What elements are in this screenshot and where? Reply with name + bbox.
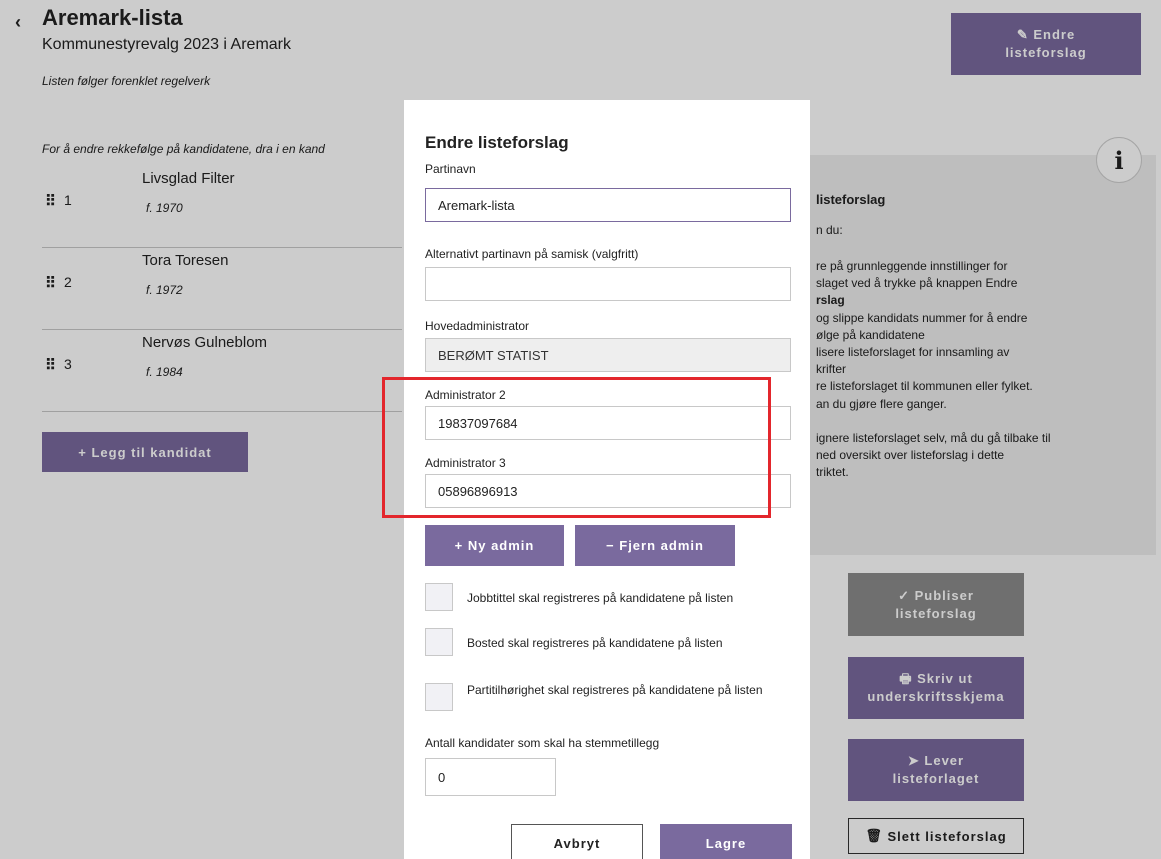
sami-name-input[interactable] [425,267,791,301]
job-title-checkbox[interactable] [425,583,453,611]
vote-bonus-input[interactable] [425,758,556,796]
vote-bonus-label: Antall kandidater som skal ha stemmetill… [425,736,660,750]
party-name-label: Partinavn [425,162,476,176]
checkbox-label: Bosted skal registreres på kandidatene p… [467,636,723,650]
checkbox-label: Jobbtittel skal registreres på kandidate… [467,591,734,605]
main-admin-label: Hovedadministrator [425,319,530,333]
remove-admin-button[interactable]: − Fjern admin [575,525,735,566]
party-name-input[interactable] [425,188,791,222]
page: ‹ Aremark-lista Kommunestyrevalg 2023 i … [0,0,1161,859]
main-admin-input [425,338,791,372]
save-button[interactable]: Lagre [660,824,792,859]
dialog-title: Endre listeforslag [425,133,569,152]
checkbox-label: Partitilhørighet skal registreres på kan… [467,683,763,697]
highlight-box [382,377,771,518]
new-admin-button[interactable]: + Ny admin [425,525,564,566]
residence-checkbox[interactable] [425,628,453,656]
cancel-button[interactable]: Avbryt [511,824,643,859]
sami-name-label: Alternativt partinavn på samisk (valgfri… [425,247,639,261]
party-affiliation-checkbox[interactable] [425,683,453,711]
